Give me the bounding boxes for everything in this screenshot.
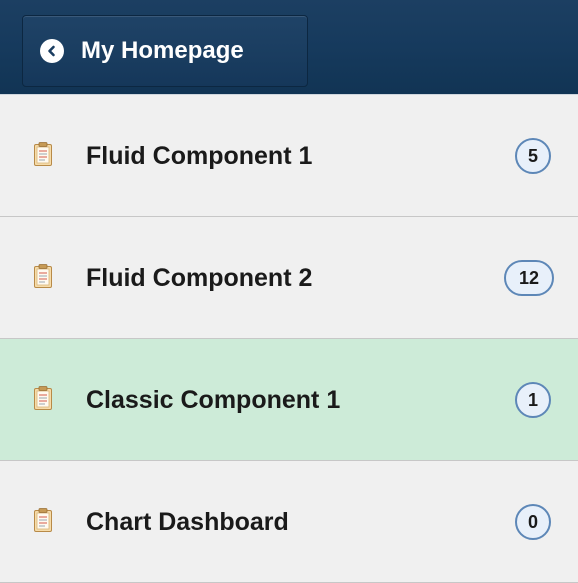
clipboard-icon bbox=[33, 507, 53, 533]
list-item-label: Classic Component 1 bbox=[86, 386, 341, 414]
clipboard-icon bbox=[33, 263, 53, 289]
back-arrow-icon bbox=[40, 39, 64, 63]
count-badge: 5 bbox=[515, 138, 551, 174]
back-to-homepage-button[interactable]: My Homepage bbox=[22, 15, 308, 87]
clipboard-icon bbox=[33, 141, 53, 167]
count-badge: 0 bbox=[515, 504, 551, 540]
back-button-label: My Homepage bbox=[81, 37, 244, 64]
component-list: Fluid Component 1 5 Fluid Component 2 12 bbox=[0, 95, 578, 583]
list-item-chart-dashboard[interactable]: Chart Dashboard 0 bbox=[0, 461, 578, 583]
navigation-panel: My Homepage Fluid Component 1 5 Fluid Co… bbox=[0, 0, 578, 583]
list-item-label: Fluid Component 1 bbox=[86, 142, 313, 170]
list-item-fluid-component-2[interactable]: Fluid Component 2 12 bbox=[0, 217, 578, 339]
count-badge: 1 bbox=[515, 382, 551, 418]
list-item-classic-component-1[interactable]: Classic Component 1 1 bbox=[0, 339, 578, 461]
list-item-label: Chart Dashboard bbox=[86, 508, 289, 536]
count-badge: 12 bbox=[504, 260, 554, 296]
list-item-fluid-component-1[interactable]: Fluid Component 1 5 bbox=[0, 95, 578, 217]
clipboard-icon bbox=[33, 385, 53, 411]
list-item-label: Fluid Component 2 bbox=[86, 264, 313, 292]
panel-header: My Homepage bbox=[0, 0, 578, 95]
